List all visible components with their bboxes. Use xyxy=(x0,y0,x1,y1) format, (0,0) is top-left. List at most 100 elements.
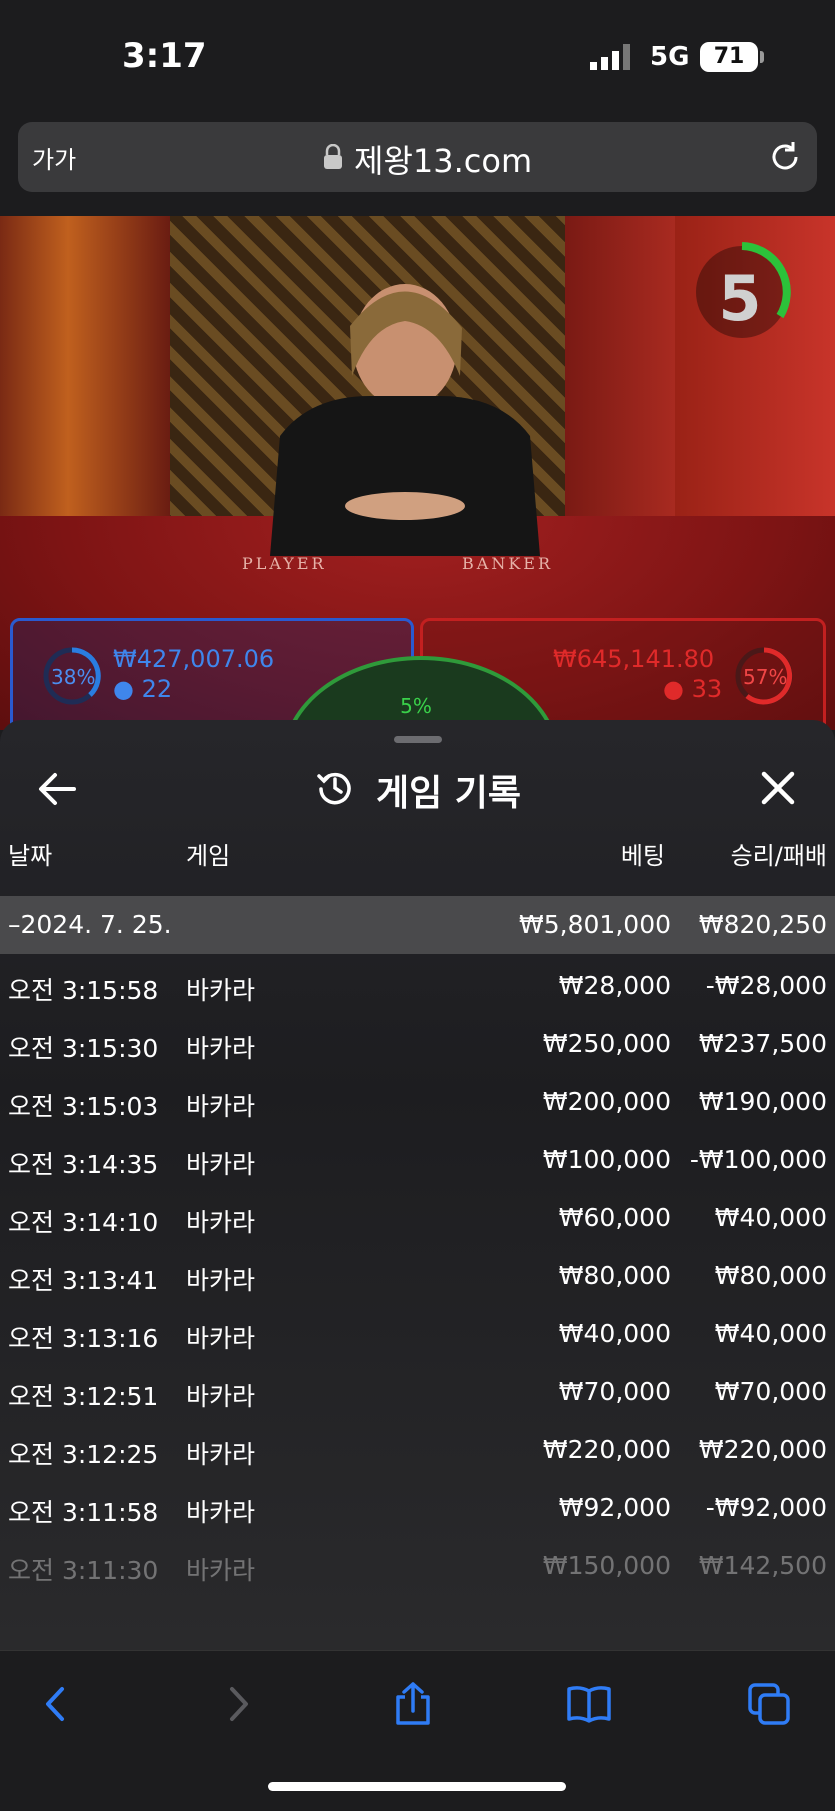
date-group-bet-total: ₩5,801,000 xyxy=(519,910,671,939)
history-row[interactable]: 오전 3:13:41 바카라 ₩80,000 ₩80,000 xyxy=(0,1246,835,1304)
sheet-title: 게임 기록 xyxy=(376,773,522,814)
row-result: ₩142,500 xyxy=(698,1551,827,1580)
player-total-amount: ₩427,007.06 xyxy=(113,645,275,673)
person-icon: ● xyxy=(113,675,134,703)
history-row[interactable]: 오전 3:13:16 바카라 ₩40,000 ₩40,000 xyxy=(0,1304,835,1362)
lock-icon xyxy=(324,144,342,169)
row-game: 바카라 xyxy=(186,1266,256,1295)
chevron-right-icon[interactable] xyxy=(214,1681,260,1727)
banker-bettor-count: ● 33 xyxy=(663,675,722,703)
row-bet: ₩60,000 xyxy=(558,1203,671,1232)
home-indicator xyxy=(268,1782,566,1791)
reload-icon[interactable] xyxy=(766,138,804,176)
row-time: 오전 3:14:35 xyxy=(8,1150,159,1179)
status-time: 3:17 xyxy=(122,36,207,76)
row-time: 오전 3:12:51 xyxy=(8,1382,159,1411)
tie-percent: 5% xyxy=(400,694,432,718)
column-bet: 베팅 xyxy=(620,842,665,870)
row-bet: ₩220,000 xyxy=(542,1435,671,1464)
row-time: 오전 3:15:03 xyxy=(8,1092,159,1121)
network-type: 5G xyxy=(650,42,690,72)
row-time: 오전 3:11:30 xyxy=(8,1556,159,1585)
row-bet: ₩100,000 xyxy=(542,1145,671,1174)
table-label-player: PLAYER xyxy=(242,554,327,573)
row-bet: ₩150,000 xyxy=(542,1551,671,1580)
row-result: -₩100,000 xyxy=(689,1145,827,1174)
history-row[interactable]: 오전 3:11:58 바카라 ₩92,000 -₩92,000 xyxy=(0,1478,835,1536)
row-time: 오전 3:15:58 xyxy=(8,976,159,1005)
backdrop-right xyxy=(565,216,675,546)
backdrop-left xyxy=(0,216,170,546)
dealer-figure xyxy=(270,284,540,556)
person-icon: ● xyxy=(663,675,684,703)
tabs-icon[interactable] xyxy=(746,1681,792,1727)
text-size-button[interactable]: 가가 xyxy=(32,140,76,175)
battery-level: 71 xyxy=(713,44,745,69)
row-bet: ₩70,000 xyxy=(558,1377,671,1406)
history-row[interactable]: 오전 3:12:25 바카라 ₩220,000 ₩220,000 xyxy=(0,1420,835,1478)
countdown-number: 5 xyxy=(718,262,762,335)
row-game: 바카라 xyxy=(186,1440,256,1469)
row-game: 바카라 xyxy=(186,1034,256,1063)
chevron-left-icon[interactable] xyxy=(34,1681,80,1727)
history-row[interactable]: 오전 3:12:51 바카라 ₩70,000 ₩70,000 xyxy=(0,1362,835,1420)
game-history-sheet: 게임 기록 날짜 게임 베팅 승리/패배 –2024. 7. 25. ₩5,80… xyxy=(0,720,835,1650)
player-count-value: 22 xyxy=(141,675,173,703)
row-result: ₩190,000 xyxy=(698,1087,827,1116)
player-bettor-count: ● 22 xyxy=(113,675,172,703)
history-row[interactable]: 오전 3:11:30 바카라 ₩150,000 ₩142,500 xyxy=(0,1536,835,1594)
live-dealer-video: PLAYER BANKER 5 38% ₩427,007.06 ● 22 ₩64… xyxy=(0,216,835,730)
history-list: 오전 3:15:58 바카라 ₩28,000 -₩28,000 오전 3:15:30 바카… xyxy=(0,956,835,1594)
row-game: 바카라 xyxy=(186,1498,256,1527)
history-row[interactable]: 오전 3:14:35 바카라 ₩100,000 -₩100,000 xyxy=(0,1130,835,1188)
address-bar[interactable]: 가가 제왕13.com xyxy=(18,122,817,192)
row-game: 바카라 xyxy=(186,1150,256,1179)
row-bet: ₩200,000 xyxy=(542,1087,671,1116)
history-row[interactable]: 오전 3:15:03 바카라 ₩200,000 ₩190,000 xyxy=(0,1072,835,1130)
history-row[interactable]: 오전 3:14:10 바카라 ₩60,000 ₩40,000 xyxy=(0,1188,835,1246)
column-result: 승리/패배 xyxy=(730,842,827,870)
battery-tip xyxy=(760,51,764,63)
player-percent: 38% xyxy=(51,665,96,689)
status-bar: 3:17 5G 71 xyxy=(0,0,835,110)
table-label-banker: BANKER xyxy=(462,554,553,573)
row-time: 오전 3:15:30 xyxy=(8,1034,159,1063)
row-time: 오전 3:12:25 xyxy=(8,1440,159,1469)
row-result: ₩80,000 xyxy=(714,1261,827,1290)
row-game: 바카라 xyxy=(186,976,256,1005)
battery-icon: 71 xyxy=(700,42,758,72)
history-row[interactable]: 오전 3:15:30 바카라 ₩250,000 ₩237,500 xyxy=(0,1014,835,1072)
row-bet: ₩80,000 xyxy=(558,1261,671,1290)
banker-count-value: 33 xyxy=(691,675,723,703)
close-icon[interactable] xyxy=(758,768,798,808)
row-result: ₩237,500 xyxy=(698,1029,827,1058)
column-date: 날짜 xyxy=(8,842,53,870)
url-text[interactable]: 제왕13.com xyxy=(354,136,532,182)
column-game: 게임 xyxy=(186,842,231,870)
row-result: ₩70,000 xyxy=(714,1377,827,1406)
row-game: 바카라 xyxy=(186,1556,256,1585)
banker-percent: 57% xyxy=(743,665,788,689)
sheet-grabber[interactable] xyxy=(394,736,442,743)
date-group-result-total: ₩820,250 xyxy=(698,910,827,939)
row-result: ₩220,000 xyxy=(698,1435,827,1464)
book-icon[interactable] xyxy=(566,1681,612,1727)
banker-total-amount: ₩645,141.80 xyxy=(553,645,715,673)
row-bet: ₩92,000 xyxy=(558,1493,671,1522)
row-game: 바카라 xyxy=(186,1208,256,1237)
row-game: 바카라 xyxy=(186,1324,256,1353)
history-column-headers: 날짜 게임 베팅 승리/패배 xyxy=(0,826,835,876)
row-bet: ₩40,000 xyxy=(558,1319,671,1348)
share-icon[interactable] xyxy=(390,1681,436,1727)
row-time: 오전 3:11:58 xyxy=(8,1498,159,1527)
row-game: 바카라 xyxy=(186,1382,256,1411)
arrow-left-icon[interactable] xyxy=(38,772,76,806)
date-group-row[interactable]: –2024. 7. 25. ₩5,801,000 ₩820,250 xyxy=(0,896,835,954)
row-bet: ₩28,000 xyxy=(558,971,671,1000)
history-row[interactable]: 오전 3:15:58 바카라 ₩28,000 -₩28,000 xyxy=(0,956,835,1014)
row-time: 오전 3:13:16 xyxy=(8,1324,159,1353)
history-icon xyxy=(317,772,351,805)
row-result: ₩40,000 xyxy=(714,1203,827,1232)
row-bet: ₩250,000 xyxy=(542,1029,671,1058)
row-game: 바카라 xyxy=(186,1092,256,1121)
